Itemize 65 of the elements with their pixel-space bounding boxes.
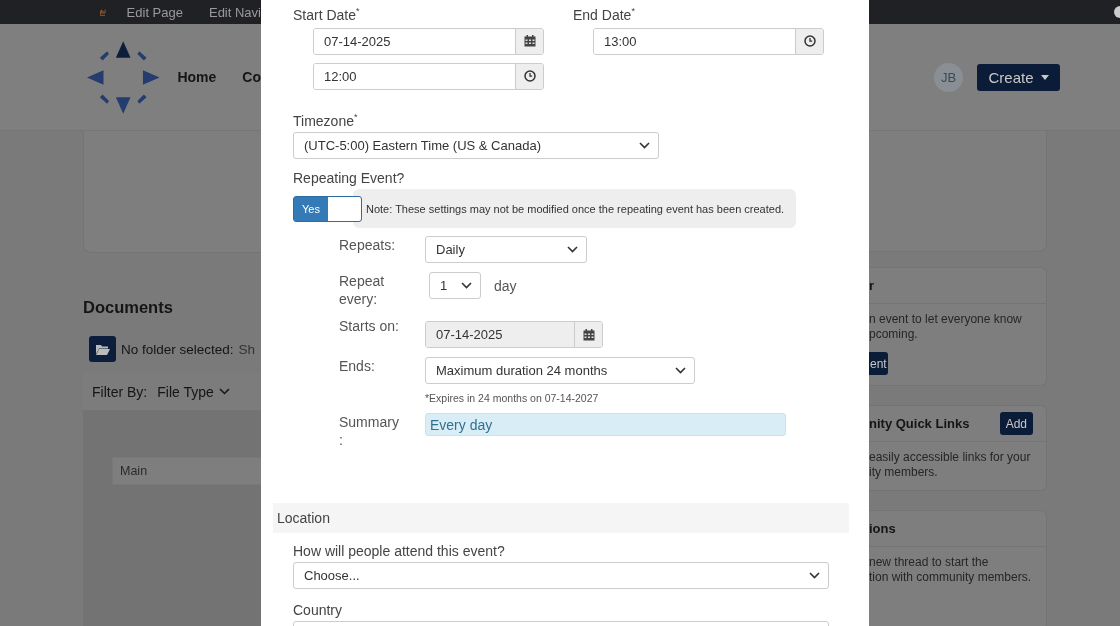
chevron-down-icon xyxy=(218,388,230,395)
card-text: ity members. xyxy=(869,465,939,480)
field-label: Start Date$^{*}$ xyxy=(293,5,360,24)
card-button[interactable]: ent xyxy=(869,352,888,375)
field-label: How will people attend this event? xyxy=(293,542,505,561)
repeat-toggle[interactable]: Yes xyxy=(293,195,362,222)
filter-label: Filter By: xyxy=(92,383,148,400)
calendar-icon xyxy=(582,328,595,341)
field-label: Summary : xyxy=(339,413,400,450)
clock-icon xyxy=(523,70,536,83)
chevron-down-icon xyxy=(461,282,472,290)
time-field[interactable]: 13:00 xyxy=(593,27,824,55)
card-title: ions xyxy=(869,521,896,536)
theme-icon[interactable] xyxy=(1112,6,1120,18)
add-button[interactable]: Add xyxy=(999,412,1033,435)
section-title: Documents xyxy=(83,297,174,317)
card-title: r xyxy=(869,278,875,293)
field-label: Starts on: xyxy=(339,317,400,336)
chevron-down-icon xyxy=(567,246,578,254)
help-text: *Expires in 24 months on 07-14-2027 xyxy=(425,392,600,405)
card-title: nity Quick Links xyxy=(869,416,970,431)
timezone-select[interactable]: (UTC-5:00) Eastern Time (US & Canada) xyxy=(293,132,659,160)
field-label: Ends: xyxy=(339,357,376,376)
select-field[interactable]: Choose... xyxy=(293,562,829,590)
field-label: Repeats: xyxy=(339,236,397,255)
select-field[interactable]: Daily xyxy=(425,236,587,264)
chevron-down-icon xyxy=(675,367,686,375)
clock-button[interactable] xyxy=(515,63,543,89)
calendar-icon xyxy=(523,35,536,48)
clock-button[interactable] xyxy=(795,28,823,54)
field-label: Repeat every: xyxy=(339,272,386,309)
filter-dropdown[interactable]: File Type xyxy=(157,383,230,400)
field-label: End Date$^{*}$ xyxy=(573,5,635,24)
table-cell[interactable]: Main xyxy=(112,457,261,485)
folder-button[interactable] xyxy=(89,336,116,362)
time-field[interactable]: 12:00 xyxy=(313,62,544,90)
date-field[interactable]: 07-14-2025 xyxy=(313,27,544,55)
toolbar-link[interactable]: Edit Navi xyxy=(208,4,261,20)
chevron-down-icon xyxy=(639,142,650,150)
folder-value: Sh xyxy=(238,341,256,357)
clock-icon xyxy=(803,35,816,48)
field-label: Country xyxy=(293,601,343,620)
date-field: 07-14-2025 xyxy=(425,321,603,349)
field-label: Timezone$^{*}$ xyxy=(293,110,358,130)
card-text: easily accessible links for your xyxy=(869,450,1032,465)
caret-icon xyxy=(1040,74,1049,80)
folder-label: No folder selected: xyxy=(121,341,234,357)
field-label: Repeating Event? xyxy=(293,169,405,188)
section-header: Location xyxy=(273,503,849,534)
card-text: n event to let everyone know xyxy=(869,312,1023,327)
folder-icon xyxy=(95,343,110,355)
calendar-button[interactable] xyxy=(515,28,543,54)
chevron-down-icon xyxy=(809,572,820,580)
card-text: pcoming. xyxy=(869,327,919,342)
summary-box: Every day xyxy=(425,413,786,437)
unit-label: day xyxy=(494,277,517,294)
select-field[interactable]: 1 xyxy=(429,272,481,300)
nav-link[interactable]: Co xyxy=(242,69,261,85)
create-button[interactable]: Create xyxy=(977,63,1060,91)
card-text: tion with community members. xyxy=(869,570,1033,585)
nav-link[interactable]: Home xyxy=(177,69,217,85)
select-field[interactable]: Maximum duration 24 months xyxy=(425,357,695,385)
note-text: Note: These settings may not be modified once the repeating event has been created. xyxy=(353,189,797,229)
toolbar-link[interactable]: Edit Page xyxy=(126,4,183,20)
card-text: new thread to start the xyxy=(869,555,990,570)
